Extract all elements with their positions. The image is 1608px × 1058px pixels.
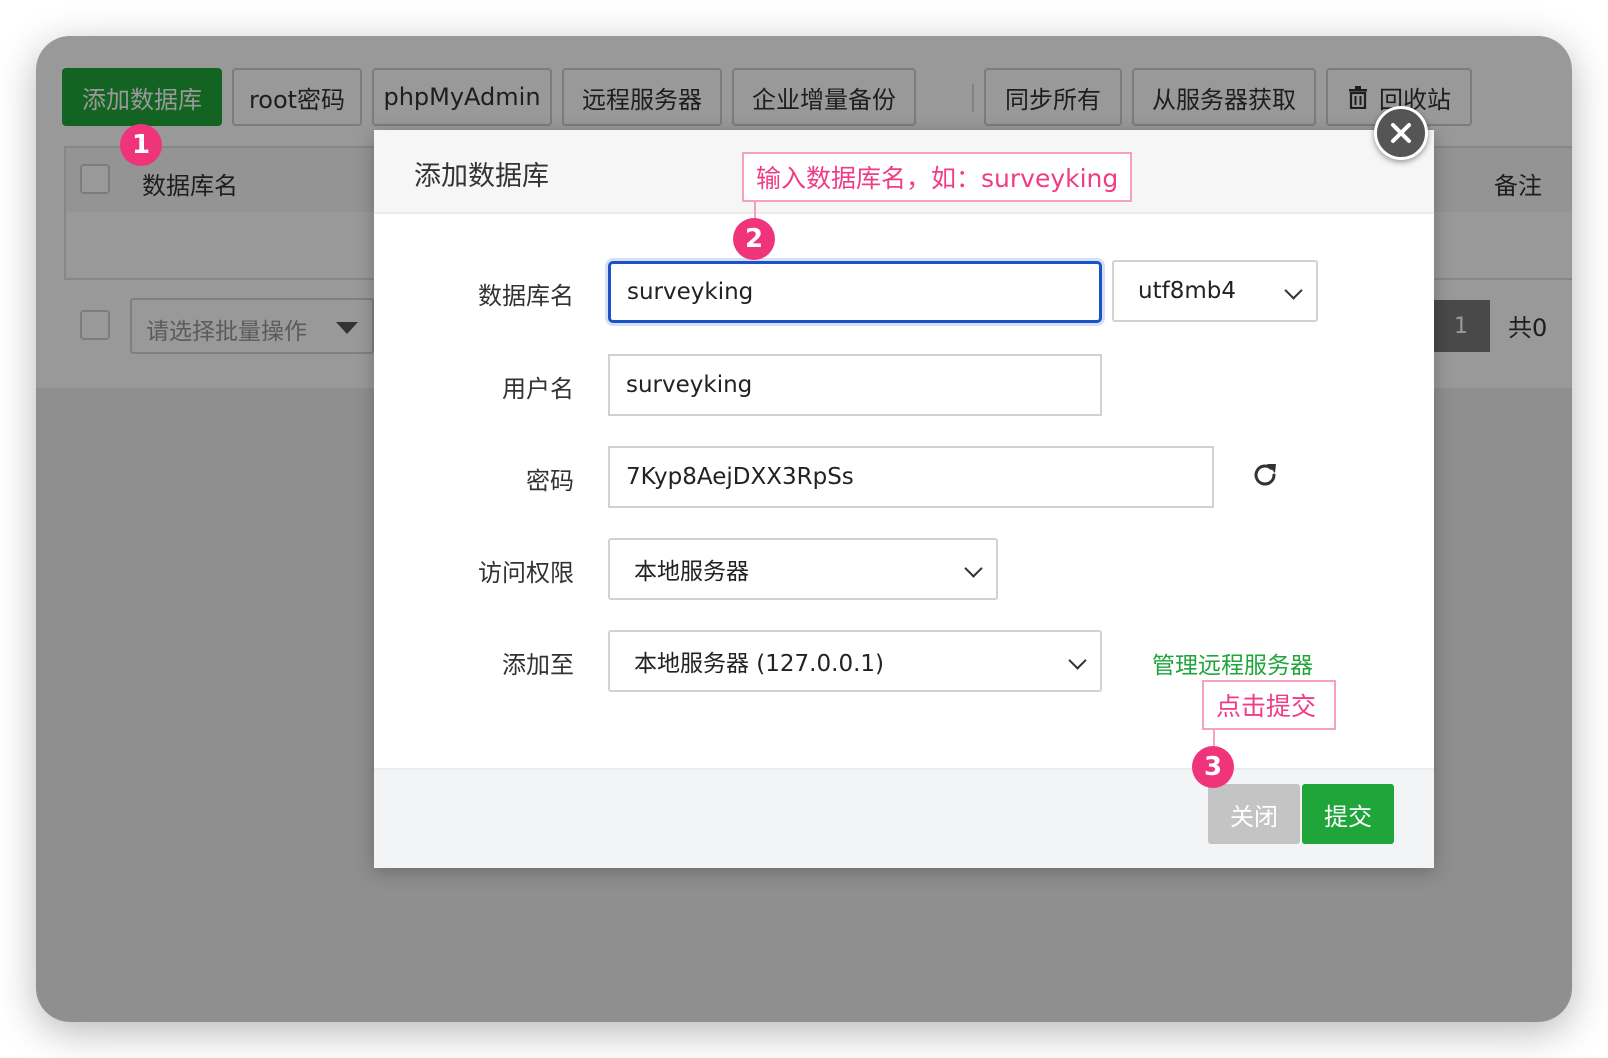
add-to-label: 添加至 — [502, 651, 574, 679]
charset-value: utf8mb4 — [1138, 278, 1236, 304]
step-badge-1: 1 — [120, 124, 162, 166]
dialog-title: 添加数据库 — [414, 161, 549, 192]
callout-enter-db-name: 输入数据库名，如：surveyking — [742, 152, 1132, 202]
dialog-close-icon[interactable] — [1374, 106, 1428, 160]
password-input[interactable]: 7Kyp8AejDXX3RpSs — [608, 446, 1214, 508]
callout-click-submit: 点击提交 — [1202, 680, 1336, 730]
chevron-down-icon — [1068, 651, 1087, 670]
username-label: 用户名 — [502, 375, 574, 403]
refresh-icon[interactable] — [1250, 460, 1280, 490]
access-value: 本地服务器 — [634, 559, 749, 585]
step-badge-3: 3 — [1192, 746, 1234, 788]
db-name-label: 数据库名 — [478, 282, 574, 310]
access-select[interactable]: 本地服务器 — [608, 538, 998, 600]
add-database-dialog: 添加数据库 数据库名 surveyking utf8mb4 用户名 survey… — [374, 130, 1434, 868]
charset-select[interactable]: utf8mb4 — [1112, 260, 1318, 322]
app-window: 添加数据库 root密码 phpMyAdmin 远程服务器 企业增量备份 同步所… — [36, 36, 1572, 1022]
close-button[interactable]: 关闭 — [1208, 784, 1300, 844]
access-label: 访问权限 — [478, 559, 574, 587]
db-name-input[interactable]: surveyking — [608, 261, 1102, 323]
submit-button[interactable]: 提交 — [1302, 784, 1394, 844]
password-label: 密码 — [526, 467, 574, 495]
add-to-select[interactable]: 本地服务器 (127.0.0.1) — [608, 630, 1102, 692]
chevron-down-icon — [964, 559, 983, 578]
chevron-down-icon — [1284, 281, 1303, 300]
step-badge-2: 2 — [733, 218, 775, 260]
callout-leader-3 — [1213, 730, 1215, 746]
manage-remote-server-link[interactable]: 管理远程服务器 — [1152, 646, 1313, 680]
add-to-value: 本地服务器 (127.0.0.1) — [634, 651, 884, 677]
username-input[interactable]: surveyking — [608, 354, 1102, 416]
close-icon — [1391, 123, 1411, 143]
